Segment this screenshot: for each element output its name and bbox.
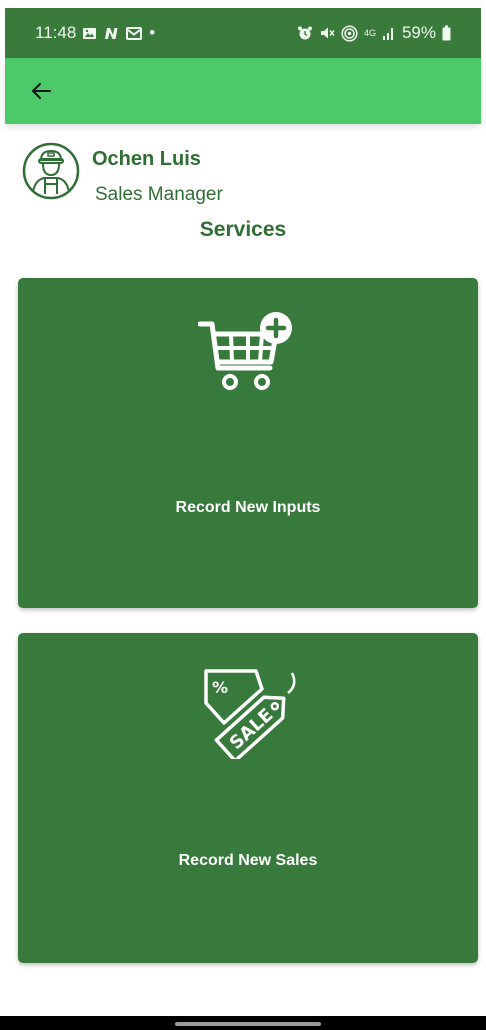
status-bar: 11:48 • 4G 59% <box>5 8 481 58</box>
hotspot-icon <box>341 24 358 42</box>
signal-icon <box>382 27 393 40</box>
sale-tag-icon: % SALE <box>204 669 296 759</box>
status-right: 4G 59% <box>297 23 451 43</box>
system-navigation-bar <box>0 1016 486 1030</box>
cart-add-icon <box>198 312 292 390</box>
battery-percent: 59% <box>401 23 436 42</box>
network-type-label: 4G <box>363 27 376 38</box>
record-new-sales-label: Record New Sales <box>178 852 318 869</box>
n-notification-icon <box>105 27 118 39</box>
alarm-icon <box>297 26 312 40</box>
record-new-sales-card[interactable]: % SALE Record New Sales <box>18 633 478 963</box>
screen-edge <box>0 0 5 1030</box>
user-profile: Ochen Luis Sales Manager <box>20 140 466 210</box>
svg-text:%: % <box>212 678 228 697</box>
user-role: Sales Manager <box>95 184 223 205</box>
back-button[interactable] <box>19 69 63 113</box>
user-name: Ochen Luis <box>92 148 201 170</box>
status-time: 11:48 <box>35 23 77 42</box>
status-left: 11:48 • <box>35 23 155 43</box>
page-title: Services <box>199 218 287 241</box>
arrow-left-icon <box>32 83 51 99</box>
battery-icon <box>442 25 451 41</box>
worker-avatar-icon <box>22 142 80 200</box>
home-gesture-handle[interactable] <box>175 1022 321 1026</box>
status-dot: • <box>149 23 156 42</box>
gallery-notification-icon <box>83 27 97 39</box>
record-new-inputs-label: Record New Inputs <box>175 499 321 516</box>
record-new-inputs-card[interactable]: Record New Inputs <box>18 278 478 608</box>
app-bar <box>5 58 481 124</box>
mute-icon <box>320 27 335 39</box>
mail-notification-icon <box>126 26 143 40</box>
